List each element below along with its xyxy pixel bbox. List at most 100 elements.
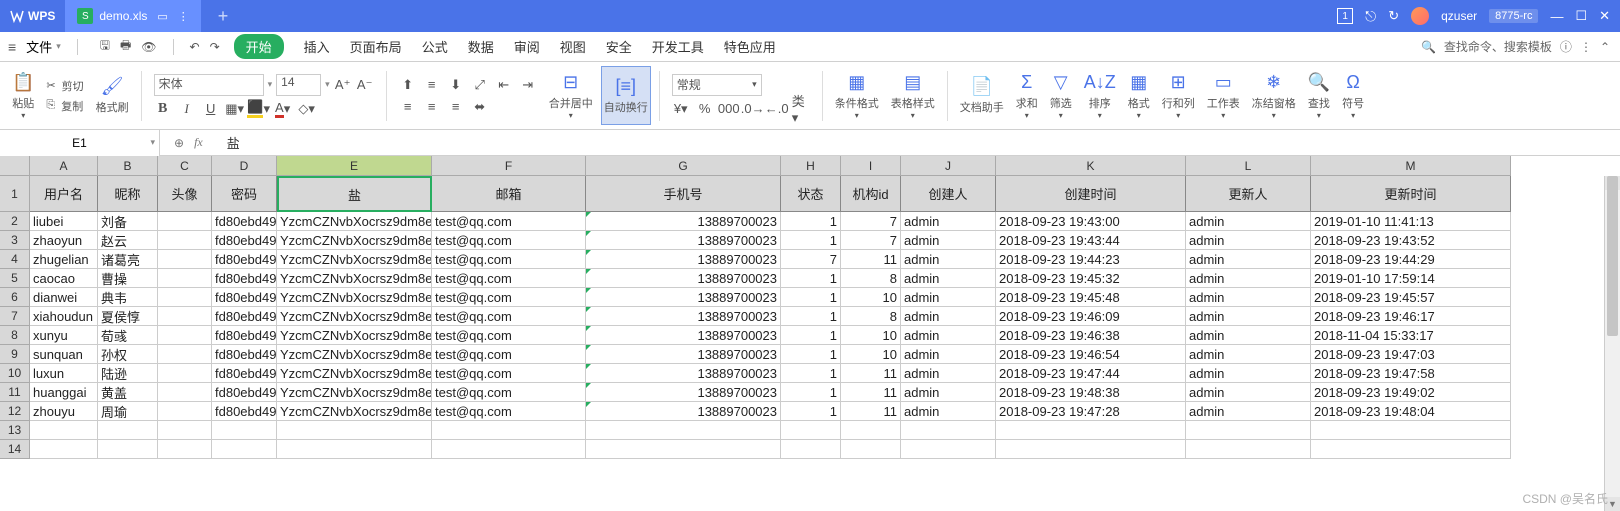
cell[interactable]: [158, 231, 212, 250]
cell[interactable]: [212, 421, 277, 440]
cell[interactable]: 13889700023: [586, 307, 781, 326]
cell[interactable]: test@qq.com: [432, 364, 586, 383]
cell[interactable]: admin: [1186, 307, 1311, 326]
row-header[interactable]: 4: [0, 250, 30, 269]
cell[interactable]: [901, 421, 996, 440]
cell[interactable]: 13889700023: [586, 288, 781, 307]
inc-decimal-icon[interactable]: .0→: [744, 100, 762, 118]
paste-button[interactable]: 📋粘贴▾: [8, 66, 38, 125]
cell[interactable]: 2018-09-23 19:44:23: [996, 250, 1186, 269]
cell[interactable]: 1: [781, 345, 841, 364]
sum-button[interactable]: Σ求和▾: [1012, 66, 1042, 125]
ribbon-tab-8[interactable]: 开发工具: [652, 37, 704, 56]
cell[interactable]: [158, 326, 212, 345]
col-header[interactable]: K: [996, 156, 1186, 176]
cell[interactable]: 7: [841, 231, 901, 250]
cell[interactable]: [98, 440, 158, 459]
cell[interactable]: [996, 421, 1186, 440]
cell[interactable]: admin: [901, 326, 996, 345]
cell[interactable]: YzcmCZNvbXocrsz9dm8e: [277, 269, 432, 288]
cell[interactable]: admin: [1186, 345, 1311, 364]
header-cell[interactable]: 昵称: [98, 176, 158, 212]
cell[interactable]: YzcmCZNvbXocrsz9dm8e: [277, 307, 432, 326]
bold-button[interactable]: B: [154, 100, 172, 118]
cell[interactable]: YzcmCZNvbXocrsz9dm8e: [277, 250, 432, 269]
cell[interactable]: YzcmCZNvbXocrsz9dm8e: [277, 212, 432, 231]
cell[interactable]: caocao: [30, 269, 98, 288]
row-header[interactable]: 3: [0, 231, 30, 250]
cell[interactable]: admin: [1186, 288, 1311, 307]
spreadsheet[interactable]: ABCDEFGHIJKLM1用户名昵称头像密码盐邮箱手机号状态机构id创建人创建…: [0, 156, 1511, 459]
cell[interactable]: YzcmCZNvbXocrsz9dm8e: [277, 345, 432, 364]
cell[interactable]: fd80ebd49: [212, 269, 277, 288]
comma-icon[interactable]: 000: [720, 100, 738, 118]
cell[interactable]: 荀彧: [98, 326, 158, 345]
row-header[interactable]: 1: [0, 176, 30, 212]
ribbon-tab-3[interactable]: 公式: [422, 37, 448, 56]
cell[interactable]: 2018-09-23 19:46:54: [996, 345, 1186, 364]
cell[interactable]: YzcmCZNvbXocrsz9dm8e: [277, 383, 432, 402]
cell[interactable]: 13889700023: [586, 269, 781, 288]
cell[interactable]: [158, 212, 212, 231]
cell[interactable]: admin: [901, 269, 996, 288]
cell[interactable]: 2018-09-23 19:45:48: [996, 288, 1186, 307]
maximize-icon[interactable]: ☐: [1575, 8, 1587, 24]
cell[interactable]: 2018-09-23 19:45:32: [996, 269, 1186, 288]
cell[interactable]: dianwei: [30, 288, 98, 307]
cell[interactable]: 13889700023: [586, 250, 781, 269]
cell[interactable]: [1186, 421, 1311, 440]
italic-button[interactable]: I: [178, 100, 196, 118]
cell[interactable]: [158, 364, 212, 383]
print-icon[interactable]: 🖶: [120, 36, 131, 57]
app-logo[interactable]: WPS: [0, 9, 65, 23]
cell[interactable]: YzcmCZNvbXocrsz9dm8e: [277, 326, 432, 345]
row-header[interactable]: 11: [0, 383, 30, 402]
align-top-icon[interactable]: ⬆: [399, 76, 417, 94]
cell[interactable]: admin: [901, 250, 996, 269]
search-icon[interactable]: 🔍: [1421, 40, 1436, 54]
header-cell[interactable]: 邮箱: [432, 176, 586, 212]
filter-button[interactable]: ▽筛选▾: [1046, 66, 1076, 125]
undo-icon[interactable]: ↶: [190, 40, 200, 54]
row-header[interactable]: 8: [0, 326, 30, 345]
cell[interactable]: 2018-09-23 19:46:17: [1311, 307, 1511, 326]
col-header[interactable]: F: [432, 156, 586, 176]
cell[interactable]: test@qq.com: [432, 250, 586, 269]
format-button[interactable]: ▦格式▾: [1124, 66, 1154, 125]
cell[interactable]: [158, 402, 212, 421]
cell[interactable]: zhaoyun: [30, 231, 98, 250]
col-header[interactable]: M: [1311, 156, 1511, 176]
merge-center-button[interactable]: ⊟合并居中▾: [545, 66, 597, 125]
header-cell[interactable]: 手机号: [586, 176, 781, 212]
cell[interactable]: admin: [901, 212, 996, 231]
cloud-icon[interactable]: ⎋: [1365, 8, 1376, 25]
cell[interactable]: [158, 421, 212, 440]
fx-icon[interactable]: fx: [194, 135, 203, 150]
close-icon[interactable]: ✕: [1599, 8, 1610, 24]
collapse-ribbon-icon[interactable]: ⌃: [1600, 40, 1610, 54]
cell[interactable]: 13889700023: [586, 345, 781, 364]
cell[interactable]: admin: [1186, 326, 1311, 345]
cell[interactable]: 8: [841, 269, 901, 288]
cell[interactable]: 2018-09-23 19:47:44: [996, 364, 1186, 383]
cell[interactable]: 赵云: [98, 231, 158, 250]
cell[interactable]: test@qq.com: [432, 326, 586, 345]
cell[interactable]: 刘备: [98, 212, 158, 231]
cell[interactable]: sunquan: [30, 345, 98, 364]
cell[interactable]: [158, 345, 212, 364]
cell[interactable]: admin: [901, 364, 996, 383]
cell[interactable]: test@qq.com: [432, 402, 586, 421]
font-name-select[interactable]: 宋体: [154, 74, 264, 96]
cell[interactable]: test@qq.com: [432, 345, 586, 364]
ribbon-tab-6[interactable]: 视图: [560, 37, 586, 56]
cell[interactable]: 2018-09-23 19:45:57: [1311, 288, 1511, 307]
align-middle-icon[interactable]: ≡: [423, 76, 441, 94]
cell[interactable]: 黄盖: [98, 383, 158, 402]
cell[interactable]: [1311, 421, 1511, 440]
help-icon[interactable]: ⓘ: [1560, 38, 1572, 55]
cell[interactable]: [432, 440, 586, 459]
cell[interactable]: zhugelian: [30, 250, 98, 269]
cell[interactable]: 10: [841, 288, 901, 307]
decrease-font-icon[interactable]: A⁻: [356, 76, 374, 94]
cell[interactable]: admin: [1186, 250, 1311, 269]
